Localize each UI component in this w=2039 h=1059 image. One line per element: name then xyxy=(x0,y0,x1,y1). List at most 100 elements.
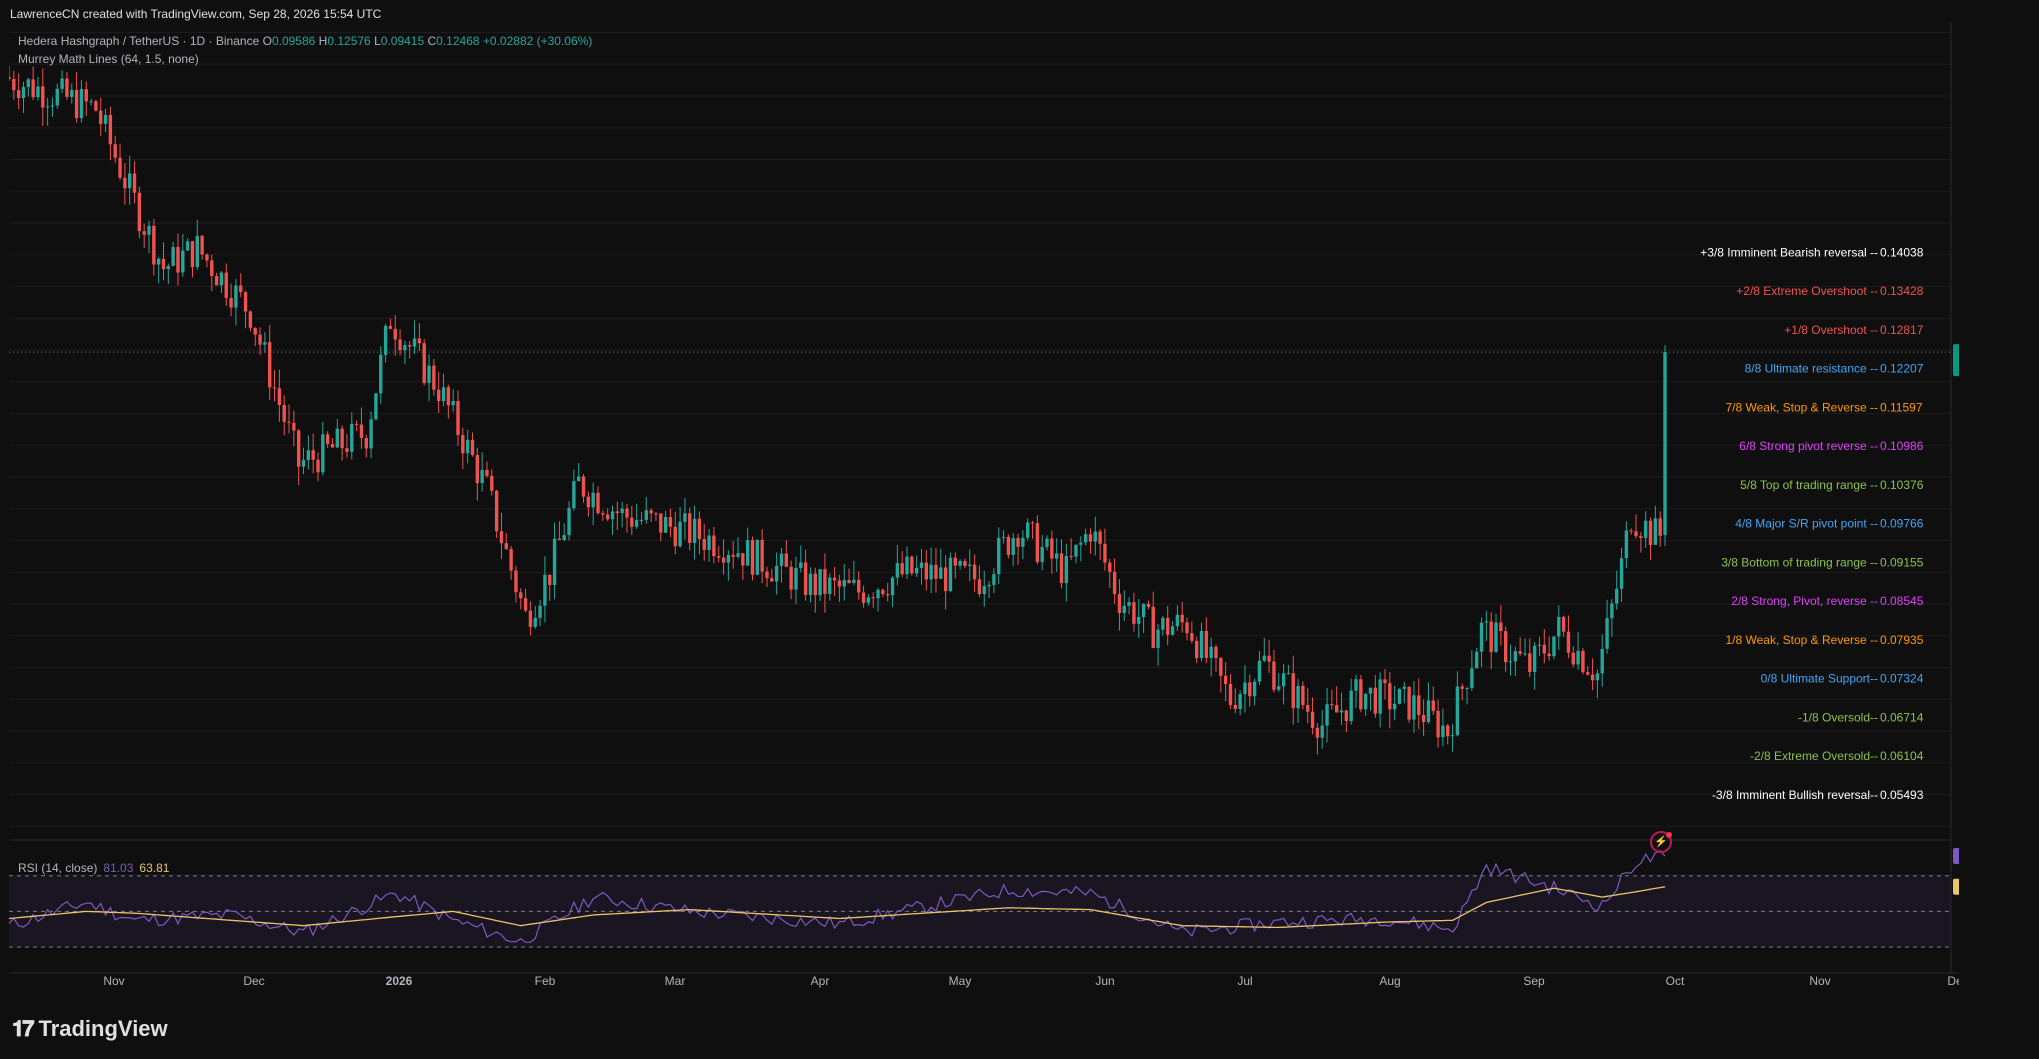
murrey-level-label: -2/8 Extreme Oversold-- xyxy=(1750,749,1878,763)
candle-body xyxy=(1330,704,1334,706)
candle-body xyxy=(335,428,339,448)
candle-body xyxy=(1339,710,1344,713)
candle-body xyxy=(1209,646,1213,658)
chart-area[interactable]: 0.175000.170000.165000.160000.155000.150… xyxy=(9,22,1959,1033)
candle-body xyxy=(697,518,702,540)
time-axis-label: May xyxy=(949,974,972,988)
candle-body xyxy=(605,514,610,520)
candle-body xyxy=(253,327,257,335)
candle-body xyxy=(1190,633,1194,641)
candle-body xyxy=(1141,603,1146,617)
candle-body xyxy=(65,78,69,97)
candle-body xyxy=(977,579,982,595)
candle-body xyxy=(876,589,880,599)
candle-body xyxy=(50,105,55,107)
candle-body xyxy=(523,598,528,611)
candle-body xyxy=(1610,603,1614,619)
candle-body xyxy=(1045,538,1049,548)
time-axis-label: Apr xyxy=(811,974,830,988)
candle-body xyxy=(1252,681,1257,697)
murrey-level-value: 0.14038 xyxy=(1880,245,1924,259)
candle-body xyxy=(1112,571,1117,594)
rsi-legend[interactable]: RSI (14, close) 81.03 63.81 xyxy=(18,861,169,875)
murrey-level-value: 0.09766 xyxy=(1880,517,1924,531)
candle-body xyxy=(437,389,441,402)
candle-body xyxy=(1069,555,1073,557)
candle-body xyxy=(1460,686,1464,689)
candle-body xyxy=(99,110,103,124)
candle-body xyxy=(712,535,716,557)
candle-body xyxy=(837,580,842,587)
candle-body xyxy=(1117,593,1122,613)
candle-body xyxy=(441,387,446,402)
candle-body xyxy=(1383,679,1387,684)
candle-body xyxy=(881,589,885,595)
candle-body xyxy=(968,564,972,566)
candle-body xyxy=(538,605,542,618)
candle-body xyxy=(1248,682,1252,697)
murrey-level-label: -1/8 Oversold-- xyxy=(1798,710,1878,724)
candle-body xyxy=(1035,523,1040,563)
candle-body xyxy=(1388,683,1392,710)
candle-body xyxy=(1470,668,1474,689)
candle-body xyxy=(383,325,388,355)
murrey-level-label: 3/8 Bottom of trading range -- xyxy=(1721,555,1878,569)
candle-body xyxy=(1315,727,1320,738)
candle-body xyxy=(1310,711,1315,728)
candle-body xyxy=(857,579,861,593)
candle-body xyxy=(494,490,499,532)
indicator-legend[interactable]: Murrey Math Lines (64, 1.5, none) xyxy=(18,52,199,66)
candle-body xyxy=(610,511,615,520)
candle-body xyxy=(1373,687,1378,714)
candle-body xyxy=(1503,631,1508,663)
candle-body xyxy=(943,567,948,592)
candle-body xyxy=(871,597,875,599)
price-chart[interactable]: 0.175000.170000.165000.160000.155000.150… xyxy=(9,22,1959,1033)
candle-body xyxy=(1291,673,1295,709)
candle-body xyxy=(765,571,769,579)
candle-body xyxy=(963,560,967,566)
candle-body xyxy=(84,89,88,102)
candle-body xyxy=(736,553,740,557)
murrey-level-value: 0.08545 xyxy=(1880,594,1924,608)
candle-body xyxy=(287,421,291,423)
candle-body xyxy=(1552,636,1556,657)
candle-body xyxy=(948,557,953,592)
candle-body xyxy=(456,401,460,436)
tradingview-logo[interactable]: 𝟏𝟕 TradingView xyxy=(12,1016,168,1042)
candle-body xyxy=(668,516,673,527)
candle-body xyxy=(374,393,378,420)
murrey-level-label: +3/8 Imminent Bearish reversal -- xyxy=(1700,245,1878,259)
candle-body xyxy=(1571,652,1575,665)
candle-body xyxy=(70,89,74,97)
candle-body xyxy=(519,592,523,599)
open-value: 0.09586 xyxy=(271,34,316,48)
candle-body xyxy=(745,539,750,566)
candle-body xyxy=(1484,621,1489,623)
candle-body xyxy=(108,114,113,145)
candle-body xyxy=(239,285,243,293)
candle-body xyxy=(1233,705,1237,710)
symbol-name[interactable]: Hedera Hashgraph / TetherUS · 1D · Binan… xyxy=(18,34,259,48)
candle-body xyxy=(813,573,817,596)
candle-body xyxy=(31,79,35,98)
candle-body xyxy=(292,422,296,431)
change-value: +0.02882 (+30.06%) xyxy=(482,34,593,48)
candle-body xyxy=(1528,653,1532,672)
candle-body xyxy=(465,439,470,454)
high-value: 0.12576 xyxy=(327,34,371,48)
murrey-level-label: +1/8 Overshoot -- xyxy=(1784,323,1878,337)
candle-body xyxy=(929,564,933,580)
candle-body xyxy=(123,177,127,189)
candle-body xyxy=(1489,621,1493,653)
candle-body xyxy=(596,492,600,514)
candle-body xyxy=(1151,606,1155,648)
candle-body xyxy=(1368,687,1373,694)
candle-body xyxy=(1079,542,1083,545)
candle-body xyxy=(229,297,233,308)
candle-body xyxy=(79,89,84,119)
symbol-legend[interactable]: Hedera Hashgraph / TetherUS · 1D · Binan… xyxy=(18,34,592,48)
candle-body xyxy=(760,539,764,572)
candle-body xyxy=(451,401,455,406)
candle-body xyxy=(1378,679,1382,714)
